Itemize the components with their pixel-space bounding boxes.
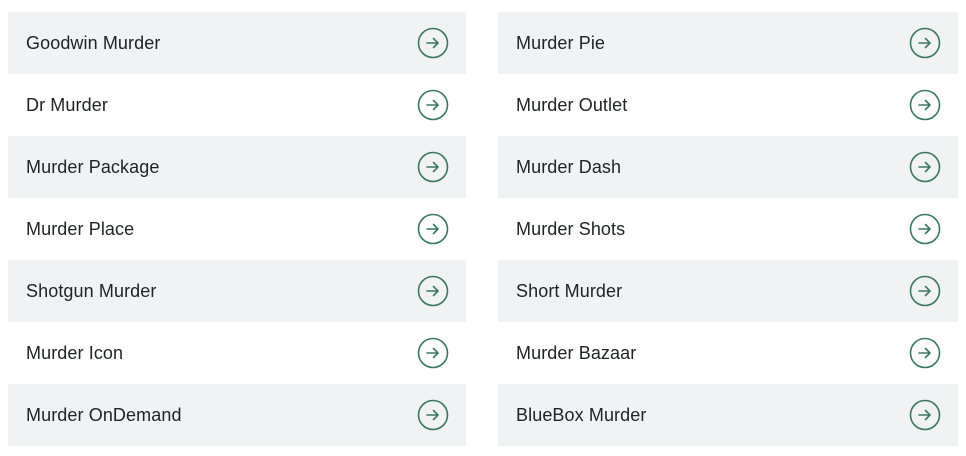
name-suggestion-row[interactable]: Murder Dash — [498, 136, 958, 198]
name-suggestion-row[interactable]: Goodwin Murder — [8, 12, 466, 74]
arrow-right-circle-icon[interactable] — [417, 337, 449, 369]
name-suggestion-label: Murder OnDemand — [26, 404, 182, 425]
name-suggestion-row[interactable]: Murder Icon — [8, 322, 466, 384]
name-suggestion-label: Goodwin Murder — [26, 32, 161, 53]
name-suggestion-row[interactable]: BlueBox Murder — [498, 384, 958, 446]
right-column: Murder Pie Murder Outlet Murder Dash Mur… — [498, 12, 958, 446]
name-suggestion-label: Murder Dash — [516, 156, 622, 177]
arrow-right-circle-icon[interactable] — [909, 89, 941, 121]
name-suggestion-row[interactable]: Murder OnDemand — [8, 384, 466, 446]
left-column: Goodwin Murder Dr Murder Murder Package … — [8, 12, 466, 446]
arrow-right-circle-icon[interactable] — [909, 151, 941, 183]
name-suggestion-row[interactable]: Short Murder — [498, 260, 958, 322]
name-suggestion-row[interactable]: Murder Pie — [498, 12, 958, 74]
name-suggestions-grid: Goodwin Murder Dr Murder Murder Package … — [0, 0, 966, 456]
name-suggestion-row[interactable]: Shotgun Murder — [8, 260, 466, 322]
arrow-right-circle-icon[interactable] — [417, 151, 449, 183]
name-suggestion-label: Murder Package — [26, 156, 160, 177]
name-suggestion-label: Murder Place — [26, 218, 135, 239]
arrow-right-circle-icon[interactable] — [417, 275, 449, 307]
name-suggestion-row[interactable]: Murder Shots — [498, 198, 958, 260]
name-suggestion-label: Murder Icon — [26, 342, 124, 363]
arrow-right-circle-icon[interactable] — [909, 337, 941, 369]
arrow-right-circle-icon[interactable] — [909, 399, 941, 431]
name-suggestion-label: Shotgun Murder — [26, 280, 157, 301]
arrow-right-circle-icon[interactable] — [417, 213, 449, 245]
name-suggestion-label: Murder Pie — [516, 32, 606, 53]
arrow-right-circle-icon[interactable] — [909, 275, 941, 307]
name-suggestion-label: BlueBox Murder — [516, 404, 647, 425]
name-suggestion-label: Short Murder — [516, 280, 623, 301]
name-suggestion-row[interactable]: Murder Bazaar — [498, 322, 958, 384]
name-suggestion-row[interactable]: Murder Place — [8, 198, 466, 260]
arrow-right-circle-icon[interactable] — [417, 89, 449, 121]
name-suggestion-label: Murder Bazaar — [516, 342, 637, 363]
arrow-right-circle-icon[interactable] — [909, 27, 941, 59]
arrow-right-circle-icon[interactable] — [909, 213, 941, 245]
name-suggestion-label: Murder Shots — [516, 218, 626, 239]
name-suggestion-row[interactable]: Dr Murder — [8, 74, 466, 136]
arrow-right-circle-icon[interactable] — [417, 399, 449, 431]
name-suggestion-label: Murder Outlet — [516, 94, 628, 115]
arrow-right-circle-icon[interactable] — [417, 27, 449, 59]
name-suggestion-row[interactable]: Murder Outlet — [498, 74, 958, 136]
name-suggestion-row[interactable]: Murder Package — [8, 136, 466, 198]
name-suggestion-label: Dr Murder — [26, 94, 108, 115]
